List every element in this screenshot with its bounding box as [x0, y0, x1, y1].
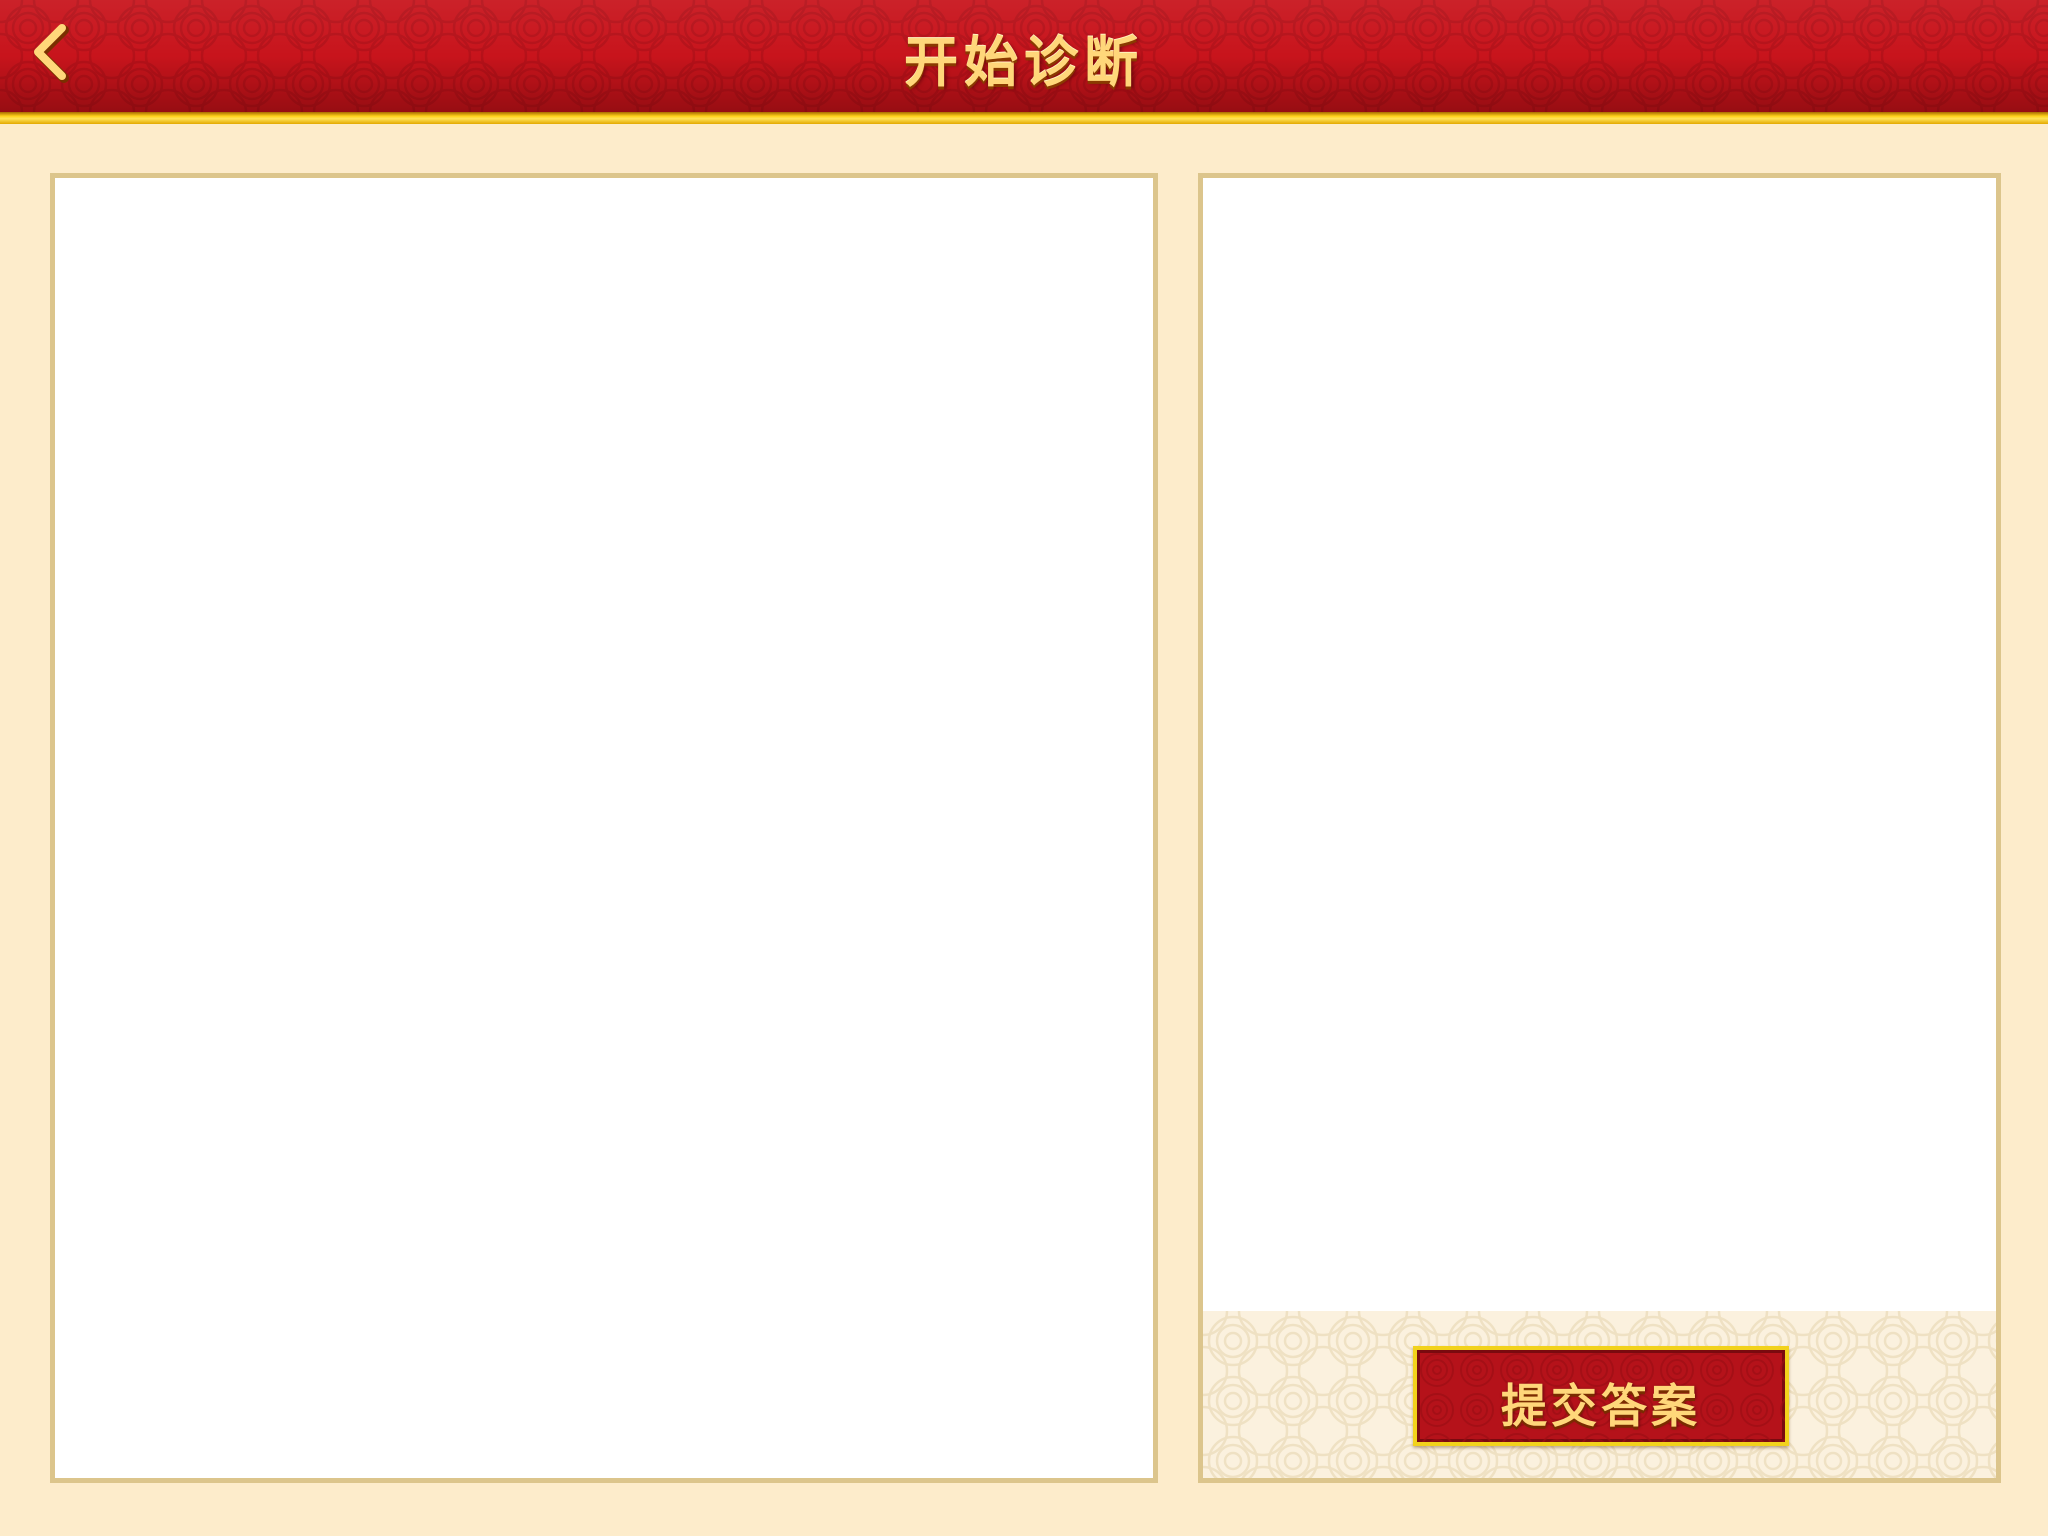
- answer-area: [1203, 178, 1996, 1311]
- app-root: 开始诊断 提交答案: [0, 0, 2048, 1536]
- submit-answer-label: 提交答案: [1501, 1379, 1701, 1433]
- case-content-panel: [50, 173, 1158, 1483]
- answer-panel-footer: 提交答案: [1203, 1311, 1996, 1478]
- submit-answer-button[interactable]: 提交答案: [1413, 1346, 1789, 1446]
- page-title: 开始诊断: [904, 31, 1144, 94]
- header-gold-band: [0, 112, 2048, 124]
- answer-panel: 提交答案: [1198, 173, 2001, 1483]
- title-bar: 开始诊断: [0, 0, 2048, 112]
